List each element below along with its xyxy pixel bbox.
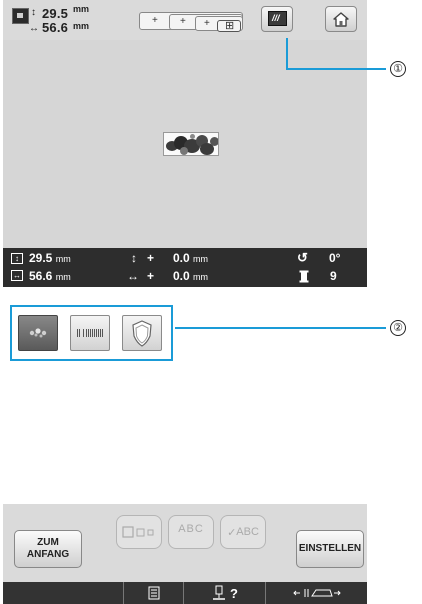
frame-size-icon xyxy=(12,8,29,24)
top-height-value: 29.5 xyxy=(42,6,69,21)
rotation-angle: 0° xyxy=(329,251,341,265)
top-width-value: 56.6 xyxy=(42,20,69,35)
info-height-unit: mm xyxy=(55,254,71,264)
presser-foot-icon xyxy=(292,589,341,597)
pattern-display-area xyxy=(3,40,367,248)
top-height-unit: mm xyxy=(73,4,90,14)
mode-pattern-button[interactable] xyxy=(18,315,58,351)
presser-foot-button[interactable] xyxy=(265,582,367,604)
home-icon xyxy=(333,12,349,27)
arc-text-label: ABC xyxy=(178,523,204,535)
embroidery-screen: ↕ ↔ 29.5 mm 56.6 mm + + + ⊞ /// ↕ ↔ 29.5… xyxy=(3,0,367,287)
help-button[interactable]: ? xyxy=(183,582,265,604)
frame-shapes-icon xyxy=(122,526,154,538)
color-count: 9 xyxy=(330,269,337,283)
callout-1-line-horizontal xyxy=(286,68,386,70)
move-vertical-sign: + xyxy=(147,251,155,265)
move-horizontal-sign: + xyxy=(147,269,155,283)
callout-1-number: ① xyxy=(390,61,406,77)
help-label: ? xyxy=(230,585,238,601)
mode-applique-button[interactable] xyxy=(122,315,162,351)
to-start-label-line2: ANFANG xyxy=(26,549,70,560)
to-start-button[interactable]: ZUM ANFANG xyxy=(14,530,82,568)
info-bar: ↕ ↔ 29.5 mm 56.6 mm ↕ + 0.0 mm ↔ + 0.0 m… xyxy=(3,248,367,287)
shield-outline-icon xyxy=(132,320,152,347)
size-arrows-icon: ↕ ↔ xyxy=(29,7,39,34)
width-icon: ↔ xyxy=(11,270,23,281)
flower-pattern-icon xyxy=(29,328,47,338)
top-width-unit: mm xyxy=(73,21,90,31)
info-height-value: 29.5 xyxy=(29,251,53,265)
hoop-xsmall-indicator: ⊞ xyxy=(217,20,241,32)
embroidery-pattern[interactable] xyxy=(163,132,219,156)
bottom-status-bar: ? xyxy=(3,582,367,604)
thread-spool-icon xyxy=(299,270,309,283)
embroidery-view-button[interactable]: /// xyxy=(261,6,293,32)
stitch-lines-icon xyxy=(77,329,103,337)
move-vertical-unit: mm xyxy=(193,254,209,264)
move-horizontal-unit: mm xyxy=(193,272,209,282)
callout-2-line xyxy=(175,327,386,329)
machine-help-icon xyxy=(213,585,226,600)
mode-stitch-button[interactable] xyxy=(70,315,110,351)
move-horizontal-icon: ↔ xyxy=(127,269,139,283)
check-text-label: ABC xyxy=(236,526,259,538)
to-start-label-line1: ZUM xyxy=(37,537,59,548)
check-icon: ✓ xyxy=(227,526,237,539)
thread-list-button[interactable] xyxy=(123,582,183,604)
rotation-icon: ↺ xyxy=(297,250,308,265)
settings-label: EINSTELLEN xyxy=(298,543,362,554)
home-button[interactable] xyxy=(325,6,357,32)
list-icon xyxy=(148,586,159,600)
height-icon: ↕ xyxy=(11,253,23,264)
top-bar: ↕ ↔ 29.5 mm 56.6 mm + + + ⊞ /// xyxy=(3,0,367,40)
info-width-value: 56.6 xyxy=(29,269,53,283)
sewing-mode-group xyxy=(10,305,173,361)
move-vertical-icon: ↕ xyxy=(131,251,137,265)
info-width-unit: mm xyxy=(55,272,71,282)
move-vertical-value: 0.0 xyxy=(173,251,190,265)
callout-2-number: ② xyxy=(390,320,406,336)
check-text-button: ✓ ABC xyxy=(220,515,266,549)
move-horizontal-value: 0.0 xyxy=(173,269,190,283)
arc-text-button: ABC xyxy=(168,515,214,549)
settings-button[interactable]: EINSTELLEN xyxy=(296,530,364,568)
callout-1-line-vertical xyxy=(286,38,288,69)
embroidery-view-icon: /// xyxy=(268,11,287,26)
frame-shape-button xyxy=(116,515,162,549)
